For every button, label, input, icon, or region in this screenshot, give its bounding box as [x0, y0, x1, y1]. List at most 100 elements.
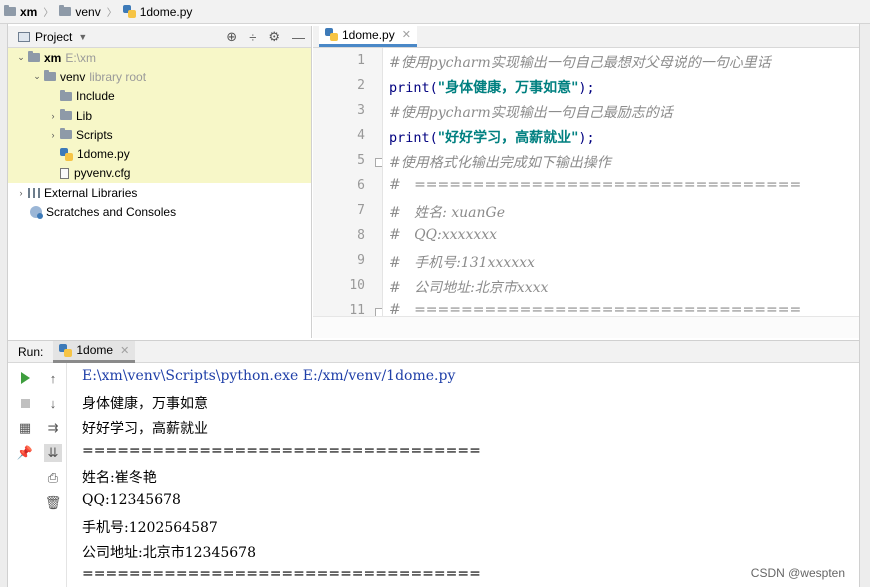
locate-icon[interactable]: ⊕	[226, 29, 237, 45]
console-line: 手机号:1202564587	[82, 520, 218, 536]
layout-icon[interactable]: ▦	[16, 419, 34, 437]
project-panel-title[interactable]: Project	[35, 30, 72, 44]
breadcrumb-item-file[interactable]: 1dome.py	[140, 5, 193, 19]
editor-horizontal-scrollbar[interactable]	[313, 316, 859, 338]
code-token-string: "身体健康，万事如意"	[437, 80, 579, 96]
run-toolbar-primary: ▦ 📌	[12, 363, 38, 587]
breadcrumb-item-venv[interactable]: venv	[75, 5, 100, 19]
line-number: 5	[357, 153, 365, 168]
scroll-down-icon[interactable]: ↓	[44, 394, 62, 412]
rerun-icon[interactable]	[16, 369, 34, 387]
run-label: Run:	[18, 344, 44, 359]
soft-wrap-icon[interactable]: ⇉	[44, 419, 62, 437]
expand-arrow-icon[interactable]: ⌄	[14, 52, 28, 63]
tree-item-hint: E:\xm	[65, 50, 97, 65]
tree-item-label: Scripts	[76, 127, 113, 142]
scratches-icon	[30, 206, 43, 220]
expand-arrow-icon[interactable]: ›	[14, 188, 28, 198]
project-icon	[18, 31, 30, 42]
project-panel: Project ▼ ⊕ ÷ ⚙ — ⌄ xm E:\xm ⌄ venv libr…	[8, 26, 312, 338]
folder-icon	[60, 109, 72, 121]
fold-marker-icon[interactable]	[375, 308, 382, 316]
console-output[interactable]: E:\xm\venv\Scripts\python.exe E:/xm/venv…	[66, 363, 859, 587]
line-number: 2	[357, 78, 365, 93]
fold-marker-icon[interactable]	[375, 158, 382, 167]
code-token-string: "好好学习，高薪就业"	[437, 130, 579, 146]
console-line: 公司地址:北京市12345678	[82, 545, 256, 561]
tree-item-label: Lib	[76, 108, 93, 123]
breadcrumb-separator: 〉	[106, 8, 117, 19]
stop-icon[interactable]	[16, 394, 34, 412]
close-icon[interactable]: ✕	[120, 344, 129, 357]
tree-item-label: xm	[44, 50, 62, 65]
print-icon[interactable]: ⎙	[44, 469, 62, 487]
chevron-down-icon[interactable]: ▼	[78, 32, 87, 42]
console-line: E:\xm\venv\Scripts\python.exe E:/xm/venv…	[82, 368, 456, 384]
code-line-3: #使用pycharm实现输出一句自己最励志的话	[389, 105, 673, 121]
folder-icon	[44, 70, 56, 82]
code-area[interactable]: #使用pycharm实现输出一句自己最想对父母说的一句心里话 print( "身体…	[389, 48, 859, 316]
line-number: 9	[357, 253, 365, 268]
collapse-all-icon[interactable]: ÷	[249, 30, 256, 45]
hide-icon[interactable]: —	[292, 30, 305, 45]
editor-tab[interactable]: 1dome.py ✕	[319, 25, 417, 47]
pycharm-window: xm 〉 venv 〉 1dome.py Project ▼ ⊕ ÷ ⚙ — ⌄…	[0, 0, 870, 587]
project-tree: ⌄ xm E:\xm ⌄ venv library root Include ›…	[8, 48, 311, 222]
editor-tab-label: 1dome.py	[342, 27, 395, 42]
code-token-function: print(	[389, 130, 438, 146]
tree-item-hint: library root	[89, 69, 147, 84]
console-line: ==================================	[82, 443, 481, 459]
tree-item-pyvenv-cfg[interactable]: pyvenv.cfg	[8, 163, 311, 184]
run-tab[interactable]: 1dome ✕	[53, 340, 136, 363]
console-line: ==================================	[82, 566, 481, 582]
line-number: 10	[349, 278, 365, 293]
project-panel-header[interactable]: Project ▼ ⊕ ÷ ⚙ —	[8, 26, 311, 48]
tree-item-label: Scratches and Consoles	[46, 205, 177, 220]
scroll-up-icon[interactable]: ↑	[44, 369, 62, 387]
tree-item-include[interactable]: Include	[8, 86, 311, 106]
code-token-punct: );	[578, 130, 595, 146]
tree-item-label: pyvenv.cfg	[74, 166, 131, 181]
folder-icon	[60, 128, 72, 140]
config-file-icon	[60, 167, 69, 179]
code-line-7: # 姓名: xuanGe	[389, 205, 505, 221]
pin-icon[interactable]: 📌	[16, 444, 34, 462]
expand-arrow-icon[interactable]: ⌄	[30, 71, 44, 82]
console-line: 身体健康，万事如意	[82, 396, 208, 412]
left-tool-strip	[0, 24, 8, 587]
python-file-icon	[122, 5, 136, 18]
trash-icon[interactable]: 🗑	[44, 494, 62, 512]
folder-icon	[59, 5, 72, 16]
tree-item-label: venv	[60, 69, 86, 84]
expand-arrow-icon[interactable]: ›	[46, 111, 60, 121]
tree-item-scratches[interactable]: Scratches and Consoles	[8, 202, 311, 221]
right-tool-strip	[859, 24, 870, 587]
python-file-icon	[59, 343, 73, 357]
code-line-8: # QQ:xxxxxxx	[389, 227, 498, 243]
expand-arrow-icon[interactable]: ›	[46, 130, 60, 140]
code-editor: 1dome.py ✕ 1 2 3 4 5 6 7 8 9 10 11 #使用py…	[313, 25, 859, 338]
breadcrumb-item-xm[interactable]: xm	[20, 5, 37, 19]
tree-item-1dome-py[interactable]: 1dome.py	[8, 144, 311, 164]
tree-item-lib[interactable]: › Lib	[8, 105, 311, 126]
code-token-punct: );	[578, 80, 595, 96]
folder-icon	[28, 51, 40, 63]
line-number: 11	[349, 303, 365, 316]
editor-tabbar: 1dome.py ✕	[313, 25, 859, 48]
code-line-1: #使用pycharm实现输出一句自己最想对父母说的一句心里话	[389, 55, 771, 71]
gear-icon[interactable]: ⚙	[268, 29, 280, 45]
breadcrumb-separator: 〉	[43, 8, 54, 19]
tree-item-venv[interactable]: ⌄ venv library root	[8, 67, 311, 87]
console-line: 好好学习，高薪就业	[82, 421, 208, 437]
folder-icon	[4, 5, 16, 16]
tree-item-xm[interactable]: ⌄ xm E:\xm	[8, 48, 311, 68]
scroll-to-end-icon[interactable]: ⇊	[44, 444, 62, 462]
tree-item-external-libraries[interactable]: › External Libraries	[8, 183, 311, 202]
close-icon[interactable]: ✕	[402, 28, 411, 41]
tree-item-scripts[interactable]: › Scripts	[8, 125, 311, 145]
console-line: QQ:12345678	[82, 492, 181, 508]
tree-item-label: External Libraries	[44, 185, 138, 200]
line-number: 6	[357, 178, 365, 193]
code-line-6: # =================================	[389, 177, 802, 193]
line-number: 8	[357, 228, 365, 243]
